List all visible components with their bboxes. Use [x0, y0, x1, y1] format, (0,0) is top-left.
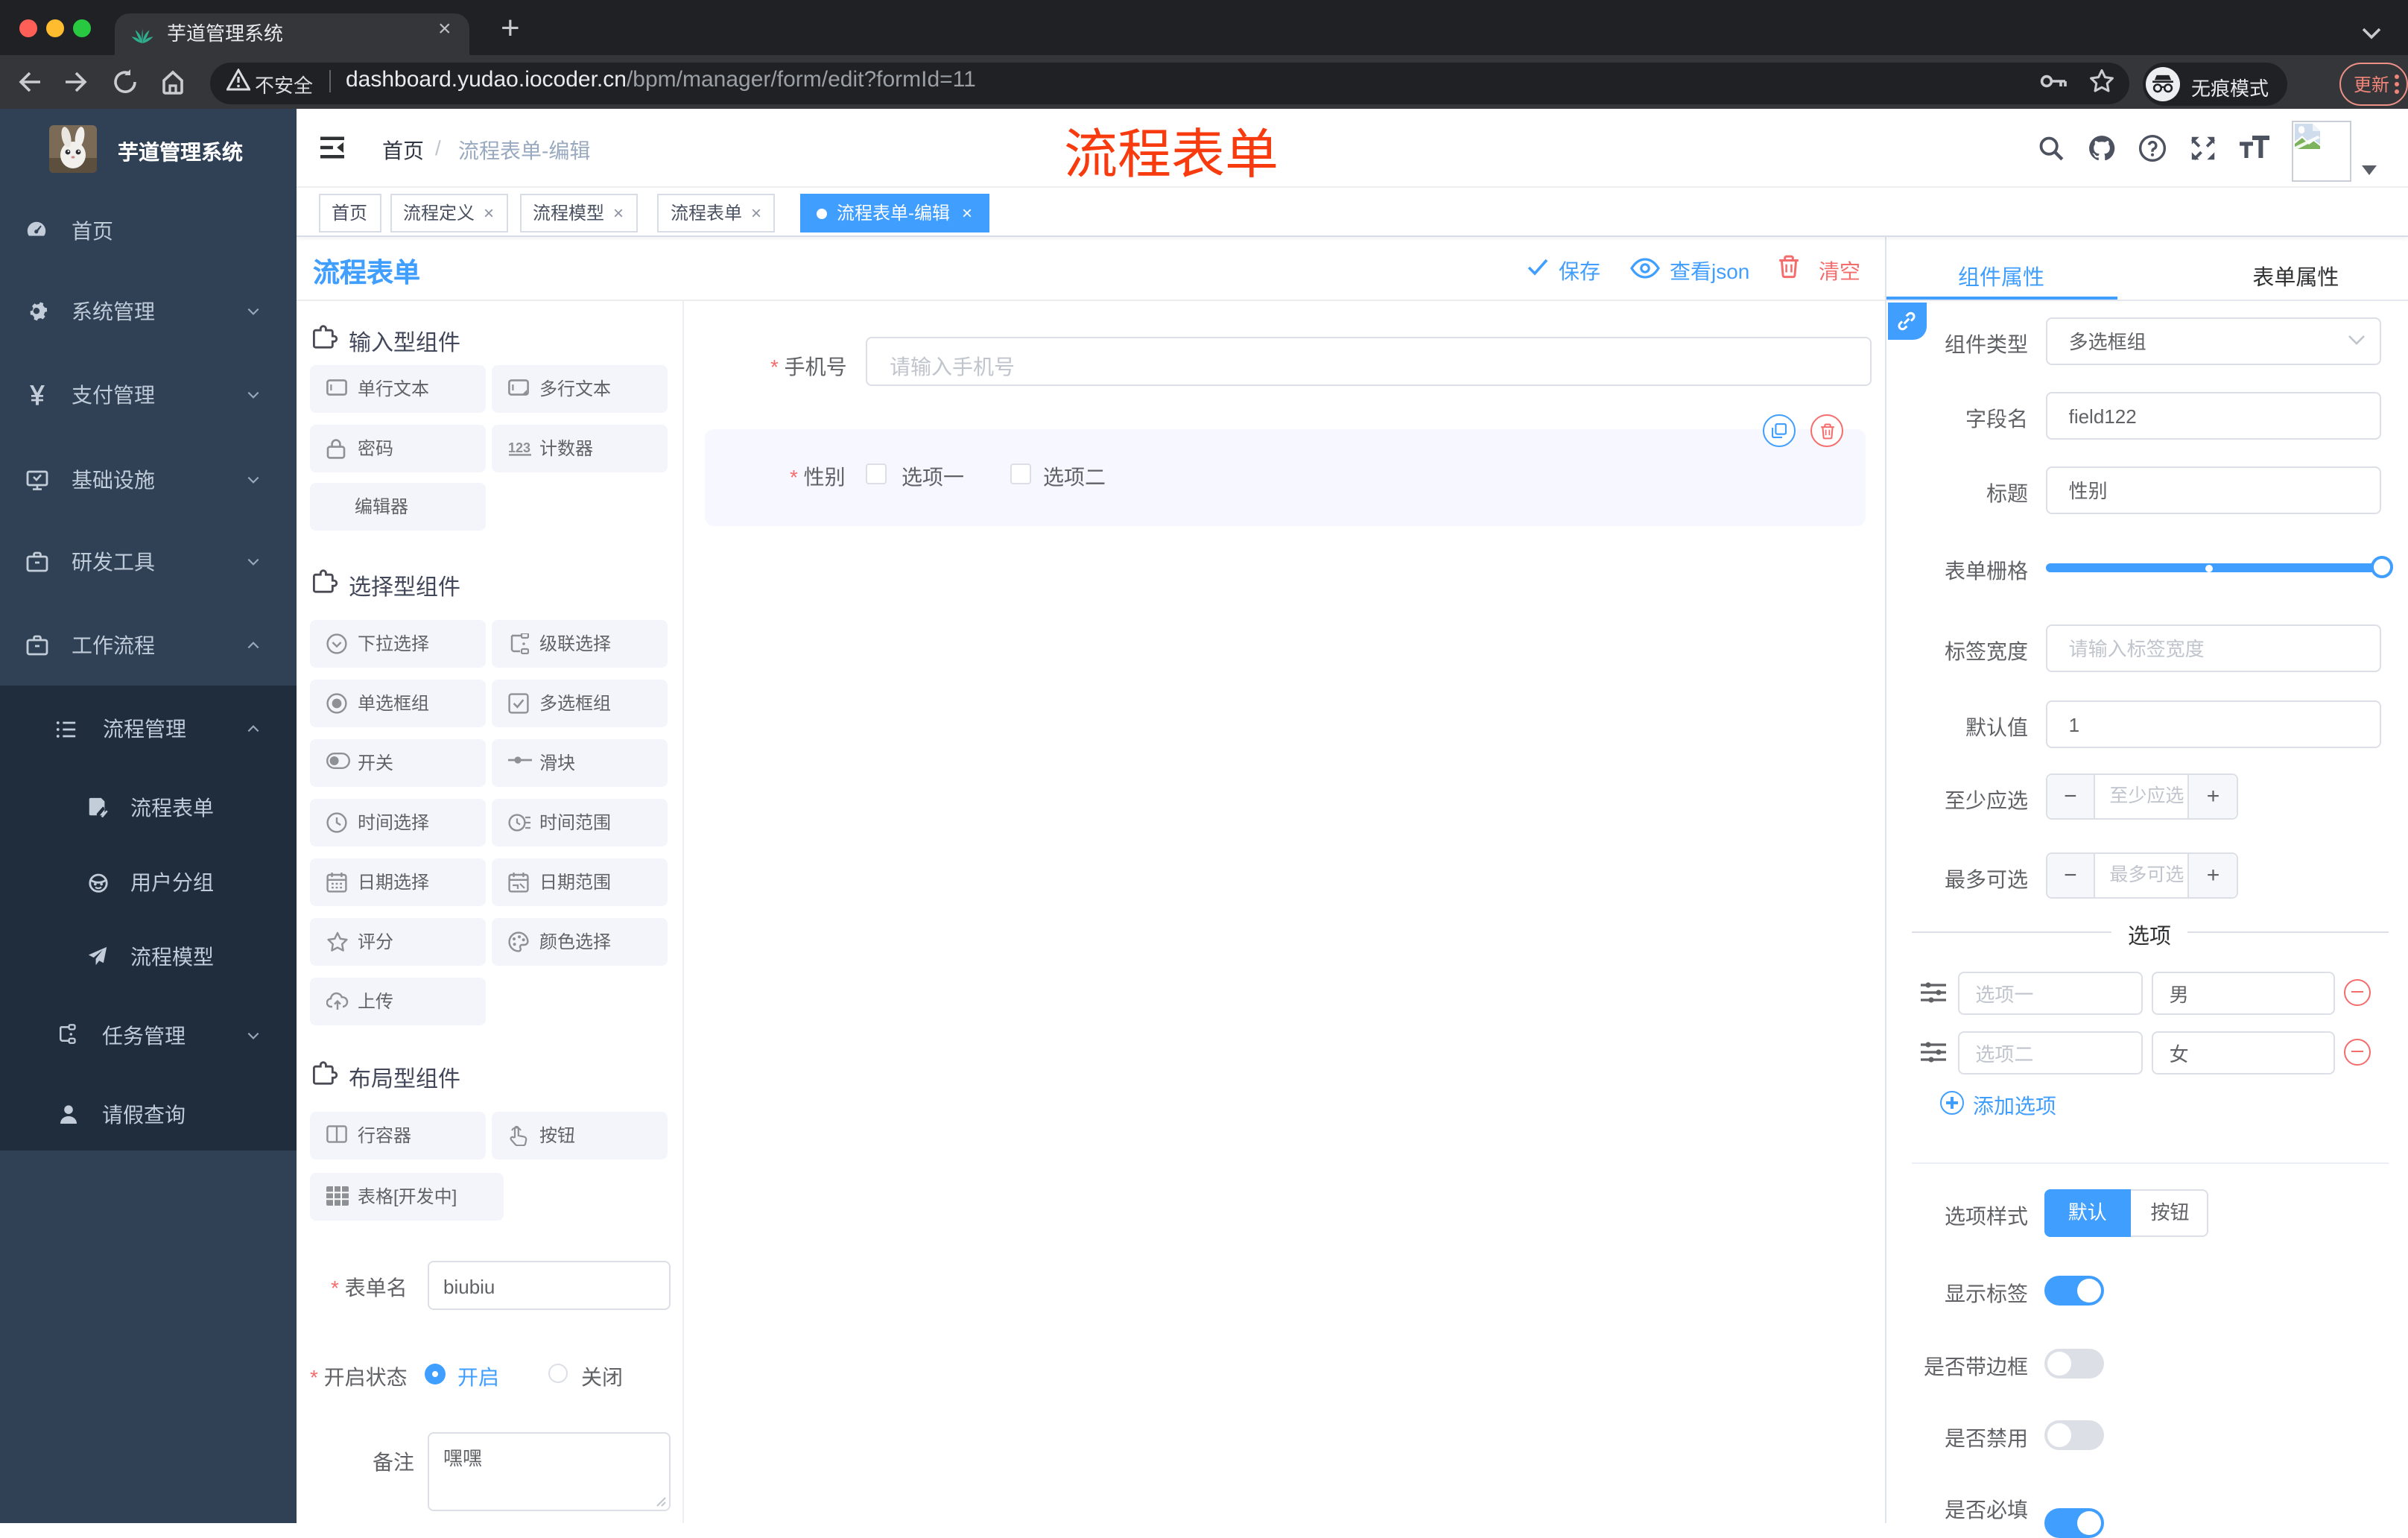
svg-text:123: 123 [508, 440, 530, 455]
